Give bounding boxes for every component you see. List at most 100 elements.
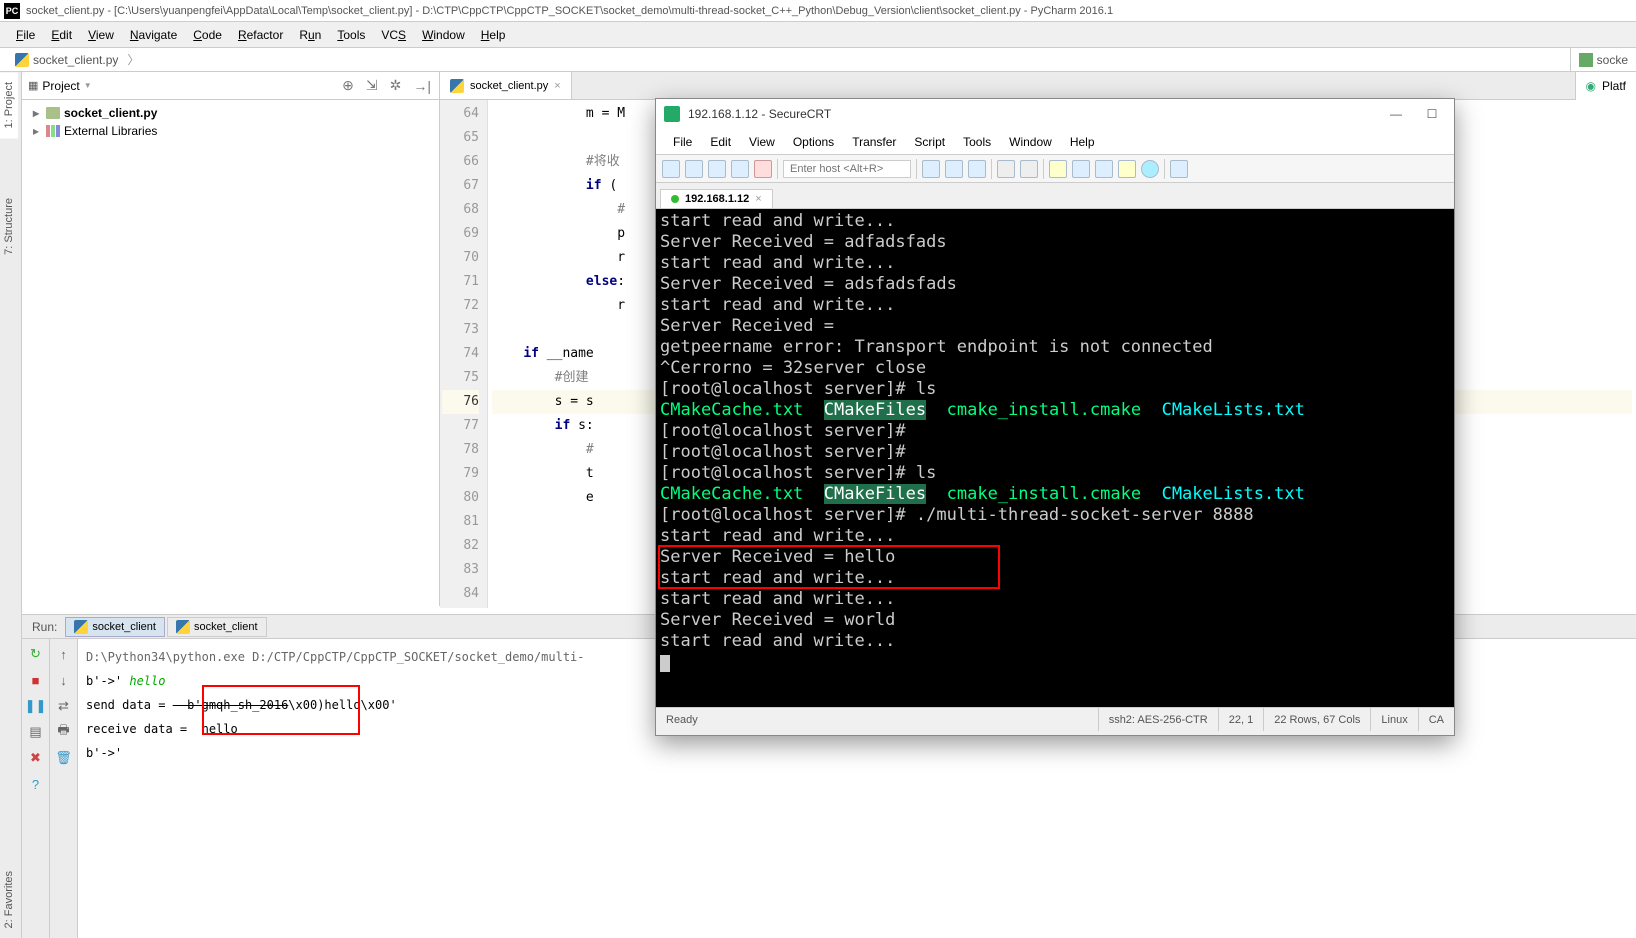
trash-icon[interactable]: 🗑 [55, 749, 73, 767]
sc-menu-tools[interactable]: Tools [954, 131, 1000, 153]
toolbar-paste-icon[interactable] [945, 160, 963, 178]
right-float-label: Platf [1602, 79, 1626, 93]
line-number: 81 [442, 510, 479, 534]
toolbar-key-icon[interactable] [1118, 160, 1136, 178]
close-icon[interactable]: × [554, 80, 560, 92]
sc-title-bar[interactable]: 192.168.1.12 - SecureCRT — ☐ [656, 99, 1454, 129]
scroll-to-icon[interactable]: ⊕ [340, 75, 356, 96]
menu-run[interactable]: Run [291, 24, 329, 46]
menu-view[interactable]: View [80, 24, 122, 46]
sc-tab[interactable]: 192.168.1.12 × [660, 189, 773, 208]
menu-edit[interactable]: Edit [43, 24, 80, 46]
run-gutter-right: ↑ ↓ ⇄ 🖶 🗑 [50, 639, 78, 938]
collapse-icon[interactable]: ⇲ [364, 75, 380, 96]
pycharm-icon: PC [4, 3, 20, 19]
sc-menu-options[interactable]: Options [784, 131, 843, 153]
sc-menu-transfer[interactable]: Transfer [843, 131, 905, 153]
toolbar-session-icon[interactable] [1072, 160, 1090, 178]
vtab-structure[interactable]: 7: Structure [0, 188, 18, 265]
tree-item-file[interactable]: ▸ socket_client.py [26, 104, 435, 122]
toolbar-quick-icon[interactable] [685, 160, 703, 178]
pycharm-menubar: File Edit View Navigate Code Refactor Ru… [0, 22, 1636, 48]
layout-icon[interactable]: ▤ [27, 723, 45, 741]
sc-tabs: 192.168.1.12 × [656, 183, 1454, 209]
toolbar-reconnect-icon[interactable] [731, 160, 749, 178]
editor-tab-label: socket_client.py [470, 80, 548, 92]
tag-icon [1579, 53, 1593, 67]
minimize-icon[interactable]: — [1382, 107, 1410, 121]
close-icon[interactable]: × [755, 193, 761, 205]
securecrt-window: 192.168.1.12 - SecureCRT — ☐ File Edit V… [655, 98, 1455, 736]
toolbar-connect-icon[interactable] [662, 160, 680, 178]
securecrt-icon [664, 106, 680, 122]
close-icon[interactable]: ✖ [27, 749, 45, 767]
editor-tab[interactable]: socket_client.py × [440, 72, 572, 99]
menu-window[interactable]: Window [414, 24, 473, 46]
run-tab-inactive[interactable]: socket_client [167, 617, 267, 637]
breadcrumb-arrow-icon: 〉 [125, 51, 141, 68]
line-number: 83 [442, 558, 479, 582]
toolbar-copy-icon[interactable] [922, 160, 940, 178]
python-file-icon [450, 79, 464, 93]
menu-vcs[interactable]: VCS [373, 24, 414, 46]
status-ready: Ready [656, 708, 1099, 731]
sc-menu-window[interactable]: Window [1000, 131, 1061, 153]
wrap-icon[interactable]: ⇄ [55, 697, 73, 715]
rerun-icon[interactable]: ↻ [27, 645, 45, 663]
maximize-icon[interactable]: ☐ [1418, 107, 1446, 121]
project-tree: ▸ socket_client.py ▸ External Libraries [22, 100, 439, 144]
line-number: 75 [442, 366, 479, 390]
tree-arrow-icon: ▸ [30, 124, 42, 138]
toolbar-properties-icon[interactable] [1049, 160, 1067, 178]
vtab-project[interactable]: 1: Project [0, 72, 18, 138]
line-number: 77 [442, 414, 479, 438]
project-panel-title[interactable]: ▦ Project ▼ [28, 79, 332, 93]
menu-help[interactable]: Help [473, 24, 514, 46]
toolbar-info-icon[interactable] [1141, 160, 1159, 178]
line-number: 67 [442, 174, 479, 198]
right-float-panel[interactable]: ◉ Platf [1575, 72, 1636, 100]
sc-menu-edit[interactable]: Edit [701, 131, 740, 153]
menu-tools[interactable]: Tools [329, 24, 373, 46]
menu-refactor[interactable]: Refactor [230, 24, 291, 46]
pause-icon[interactable]: ❚❚ [27, 697, 45, 715]
tree-item-label: External Libraries [64, 124, 157, 138]
sc-menu-view[interactable]: View [740, 131, 784, 153]
host-input[interactable] [783, 160, 911, 178]
run-tab-active[interactable]: socket_client [65, 617, 165, 637]
toolbar-disconnect-icon[interactable] [754, 160, 772, 178]
toolbar-print-icon[interactable] [997, 160, 1015, 178]
toolbar-separator [777, 159, 778, 179]
toolbar-printer-icon[interactable] [1020, 160, 1038, 178]
library-icon [46, 125, 60, 137]
stop-icon[interactable]: ■ [27, 671, 45, 689]
toolbar-tab-icon[interactable] [708, 160, 726, 178]
toolbar-separator [1164, 159, 1165, 179]
up-arrow-icon[interactable]: ↑ [55, 645, 73, 663]
tree-arrow-icon: ▸ [30, 106, 42, 120]
line-number: 84 [442, 582, 479, 606]
terminal[interactable]: start read and write... Server Received … [656, 209, 1454, 707]
line-number: 76 [442, 390, 479, 414]
line-number: 68 [442, 198, 479, 222]
toolbar-misc-icon[interactable] [1170, 160, 1188, 178]
breadcrumb-file[interactable]: socket_client.py [8, 50, 125, 70]
gear-icon[interactable]: ✲ [388, 75, 404, 96]
sc-menu-help[interactable]: Help [1061, 131, 1104, 153]
help-icon[interactable]: ? [27, 775, 45, 793]
sc-menu-script[interactable]: Script [905, 131, 954, 153]
menu-file[interactable]: File [8, 24, 43, 46]
project-panel: ▦ Project ▼ ⊕ ⇲ ✲ →| ▸ socket_client.py … [22, 72, 440, 606]
tree-item-libs[interactable]: ▸ External Libraries [26, 122, 435, 140]
vtab-favorites[interactable]: 2: Favorites [0, 861, 18, 938]
status-cap: CA [1419, 708, 1454, 731]
menu-code[interactable]: Code [185, 24, 230, 46]
hide-icon[interactable]: →| [411, 76, 433, 96]
right-tag-socket[interactable]: socke [1570, 48, 1636, 71]
print-icon[interactable]: 🖶 [55, 723, 73, 741]
toolbar-tools-icon[interactable] [1095, 160, 1113, 178]
down-arrow-icon[interactable]: ↓ [55, 671, 73, 689]
sc-menu-file[interactable]: File [664, 131, 701, 153]
menu-navigate[interactable]: Navigate [122, 24, 185, 46]
toolbar-find-icon[interactable] [968, 160, 986, 178]
